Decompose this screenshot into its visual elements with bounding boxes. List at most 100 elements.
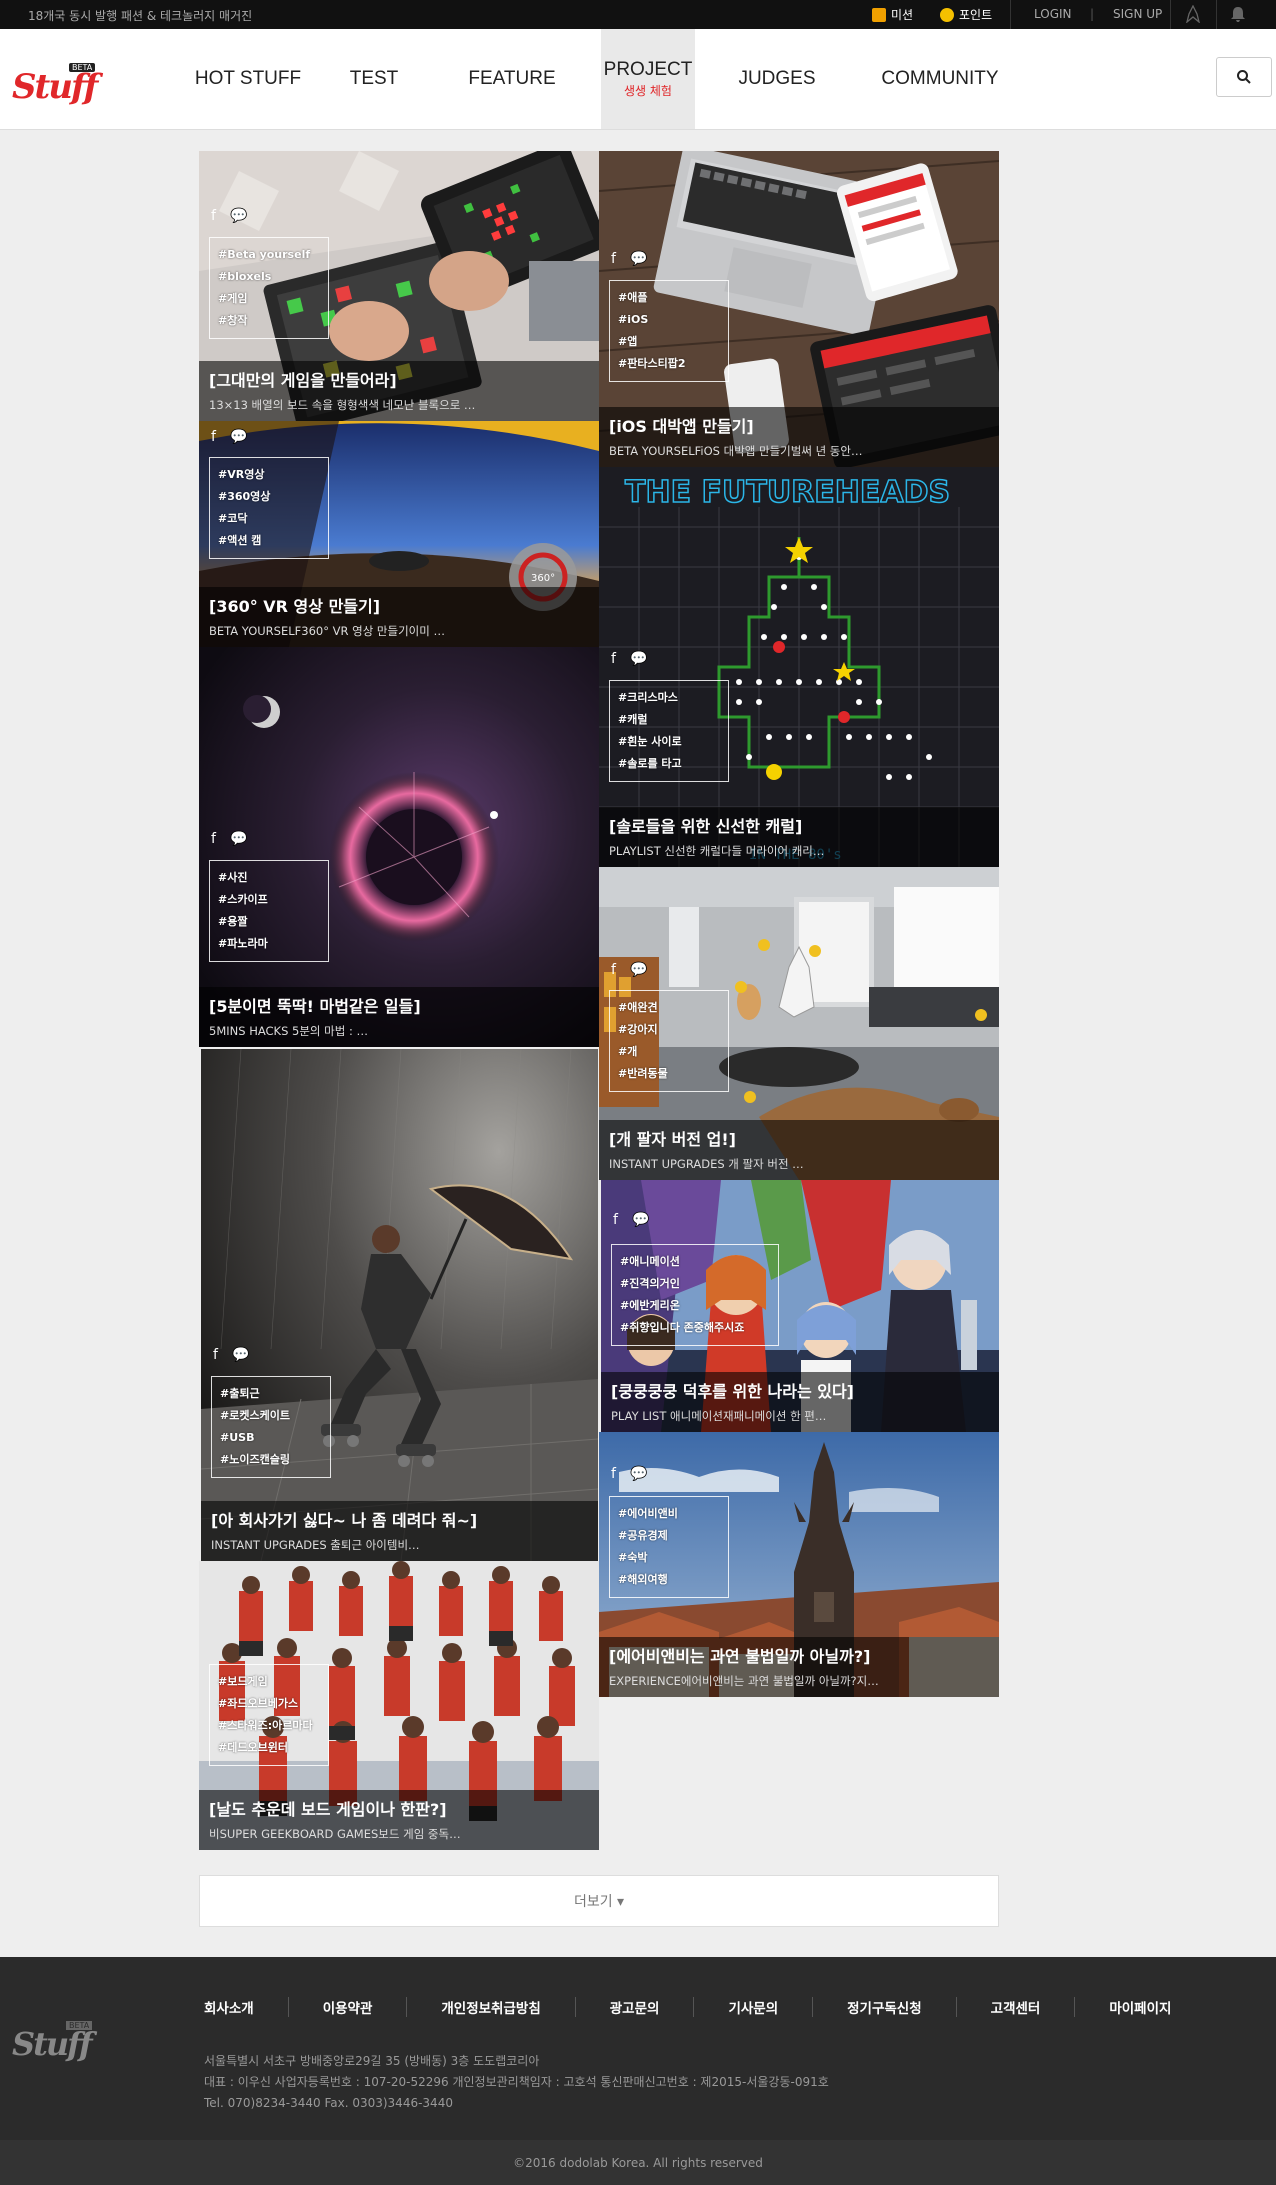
- card-title[interactable]: [iOS 대박앱 만들기]: [609, 413, 989, 437]
- footer-link-ads[interactable]: 광고문의: [574, 1997, 694, 2017]
- bell-icon[interactable]: [1229, 5, 1247, 23]
- tag[interactable]: #애완견: [618, 997, 720, 1019]
- tag[interactable]: #VR영상: [218, 464, 320, 486]
- comment-icon[interactable]: 💬: [630, 1466, 647, 1482]
- tag[interactable]: #노이즈캔슬링: [220, 1449, 322, 1471]
- tag[interactable]: #애플: [618, 287, 720, 309]
- article-card[interactable]: f 💬 #Beta yourself #bloxels #게임 #창작 [그대만의…: [199, 151, 599, 421]
- tag[interactable]: #숙박: [618, 1547, 720, 1569]
- card-title[interactable]: [에어비앤비는 과연 불법일까 아닐까?]: [609, 1643, 989, 1667]
- article-card[interactable]: f💬 #보드게임 #좌드오브베가스 #스타워즈:아르마다 #데드오브윈터 [날도…: [199, 1561, 599, 1850]
- facebook-icon[interactable]: f: [611, 962, 616, 978]
- comment-icon[interactable]: 💬: [630, 651, 647, 667]
- footer-link-article[interactable]: 기사문의: [693, 1997, 812, 2017]
- card-title[interactable]: [솔로들을 위한 신선한 캐럴]: [609, 813, 989, 837]
- footer-link-support[interactable]: 고객센터: [955, 1997, 1075, 2017]
- tag[interactable]: #로켓스케이트: [220, 1405, 322, 1427]
- point-link[interactable]: 포인트: [940, 6, 992, 23]
- ribbon-icon[interactable]: [1184, 4, 1202, 24]
- login-link[interactable]: LOGIN: [1034, 7, 1072, 21]
- nav-project[interactable]: PROJECT 생생 체험: [601, 29, 695, 129]
- search-button[interactable]: [1216, 57, 1272, 97]
- nav-community[interactable]: COMMUNITY: [876, 29, 1004, 129]
- nav-hot-stuff[interactable]: HOT STUFF: [190, 29, 306, 129]
- footer-link-about[interactable]: 회사소개: [200, 1997, 288, 2017]
- card-title[interactable]: [날도 추운데 보드 게임이나 한판?]: [209, 1796, 589, 1820]
- tag[interactable]: #코닥: [218, 508, 320, 530]
- stuff-logo[interactable]: BETA Stuff: [12, 63, 128, 107]
- tag[interactable]: #파노라마: [218, 933, 320, 955]
- mission-link[interactable]: 미션: [872, 6, 913, 23]
- comment-icon[interactable]: 💬: [230, 429, 247, 445]
- tag[interactable]: #취향입니다 존중해주시죠: [620, 1317, 770, 1339]
- comment-icon[interactable]: 💬: [230, 208, 247, 224]
- tag[interactable]: #진격의거인: [620, 1273, 770, 1295]
- comment-icon[interactable]: 💬: [232, 1347, 249, 1363]
- card-title[interactable]: [360° VR 영상 만들기]: [209, 593, 589, 617]
- tag[interactable]: #솔로를 타고: [618, 753, 720, 775]
- tag[interactable]: #게임: [218, 288, 320, 310]
- article-card[interactable]: f 💬 #출퇴근 #로켓스케이트 #USB #노이즈캔슬링 [아 회사가기 싫다~…: [201, 1049, 598, 1561]
- nav-judges[interactable]: JUDGES: [727, 29, 827, 129]
- tag[interactable]: #사진: [218, 867, 320, 889]
- footer-link-subscribe[interactable]: 정기구독신청: [812, 1997, 956, 2017]
- tag[interactable]: #bloxels: [218, 266, 320, 288]
- article-card[interactable]: f 💬 #애완견 #강아지 #개 #반려동물 [개 팔자 버전 업!] INSTA…: [599, 867, 999, 1180]
- tag[interactable]: #해외여행: [618, 1569, 720, 1591]
- article-card[interactable]: f 💬 #애니메이션 #진격의거인 #에반게리온 #취향입니다 존중해주시죠 [쿵…: [601, 1180, 999, 1432]
- tag[interactable]: #보드게임: [218, 1671, 320, 1693]
- tag[interactable]: #반려동물: [618, 1063, 720, 1085]
- tag[interactable]: #캐럴: [618, 709, 720, 731]
- article-card[interactable]: THE FUTUREHEADS IN THE 80's f💬 #크리스마스 #캐…: [599, 467, 999, 867]
- footer-link-privacy[interactable]: 개인정보취급방침: [406, 1997, 574, 2017]
- tag[interactable]: #용짤: [218, 911, 320, 933]
- card-title[interactable]: [쿵쿵쿵쿵 덕후를 위한 나라는 있다]: [611, 1378, 989, 1402]
- nav-test[interactable]: TEST: [336, 29, 412, 129]
- card-title[interactable]: [그대만의 게임을 만들어라]: [209, 367, 589, 391]
- facebook-icon[interactable]: f: [611, 251, 616, 267]
- article-card[interactable]: 360° f 💬 #VR영상 #360영상 #코닥 #액션 캠 [360° VR …: [199, 421, 599, 647]
- card-title[interactable]: [개 팔자 버전 업!]: [609, 1126, 989, 1150]
- facebook-icon[interactable]: f: [613, 1212, 618, 1228]
- tag[interactable]: #공유경제: [618, 1525, 720, 1547]
- tag[interactable]: #USB: [220, 1427, 322, 1449]
- tag[interactable]: #360영상: [218, 486, 320, 508]
- tag[interactable]: #Beta yourself: [218, 244, 320, 266]
- tag[interactable]: #흰눈 사이로: [618, 731, 720, 753]
- comment-icon[interactable]: 💬: [230, 831, 247, 847]
- tag[interactable]: #앱: [618, 331, 720, 353]
- tag[interactable]: #애니메이션: [620, 1251, 770, 1273]
- article-card[interactable]: f 💬 #에어비앤비 #공유경제 #숙박 #해외여행 [에어비앤비는 과연 불법일…: [599, 1432, 999, 1697]
- card-title[interactable]: [5분이면 뚝딱! 마법같은 일들]: [209, 993, 589, 1017]
- comment-icon[interactable]: 💬: [630, 251, 647, 267]
- facebook-icon[interactable]: f: [211, 429, 216, 445]
- footer-link-terms[interactable]: 이용약관: [287, 1997, 407, 2017]
- tag[interactable]: #에반게리온: [620, 1295, 770, 1317]
- tag[interactable]: #스타워즈:아르마다: [218, 1715, 320, 1737]
- facebook-icon[interactable]: f: [611, 1466, 616, 1482]
- facebook-icon[interactable]: f: [211, 208, 216, 224]
- nav-feature[interactable]: FEATURE: [458, 29, 566, 129]
- tag[interactable]: #판타스티팝2: [618, 353, 720, 375]
- article-card[interactable]: f 💬 #사진 #스카이프 #용짤 #파노라마 [5분이면 뚝딱! 마법같은 일들…: [199, 647, 599, 1047]
- tag[interactable]: #창작: [218, 310, 320, 332]
- tag[interactable]: #데드오브윈터: [218, 1737, 320, 1759]
- tag[interactable]: #출퇴근: [220, 1383, 322, 1405]
- comment-icon[interactable]: 💬: [630, 962, 647, 978]
- tag[interactable]: #강아지: [618, 1019, 720, 1041]
- facebook-icon[interactable]: f: [611, 651, 616, 667]
- facebook-icon[interactable]: f: [213, 1347, 218, 1363]
- card-title[interactable]: [아 회사가기 싫다~ 나 좀 데려다 줘~]: [211, 1507, 588, 1531]
- tag[interactable]: #iOS: [618, 309, 720, 331]
- tag[interactable]: #스카이프: [218, 889, 320, 911]
- tag[interactable]: #액션 캠: [218, 530, 320, 552]
- tag[interactable]: #개: [618, 1041, 720, 1063]
- footer-link-mypage[interactable]: 마이페이지: [1074, 1997, 1205, 2017]
- signup-link[interactable]: SIGN UP: [1113, 7, 1162, 21]
- tag[interactable]: #좌드오브베가스: [218, 1693, 320, 1715]
- comment-icon[interactable]: 💬: [632, 1212, 649, 1228]
- load-more-button[interactable]: 더보기 ▾: [199, 1875, 999, 1927]
- tag[interactable]: #에어비앤비: [618, 1503, 720, 1525]
- article-card[interactable]: f 💬 #애플 #iOS #앱 #판타스티팝2 [iOS 대박앱 만들기] BET…: [599, 151, 999, 467]
- tag[interactable]: #크리스마스: [618, 687, 720, 709]
